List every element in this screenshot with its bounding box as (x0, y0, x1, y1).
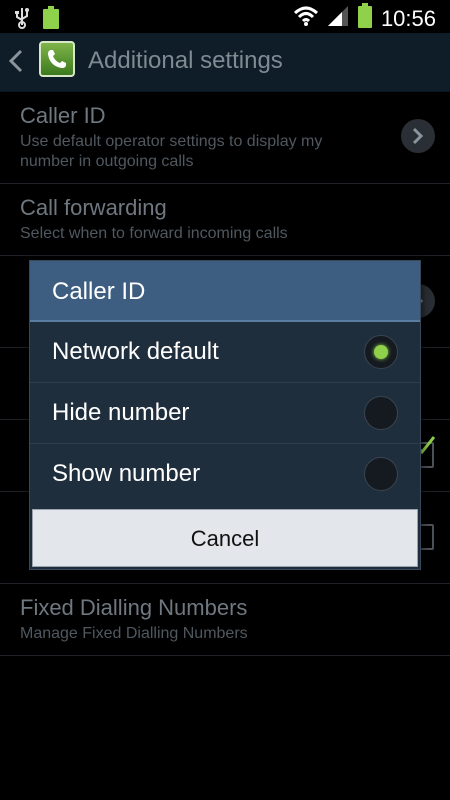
option-label: Hide number (52, 399, 190, 426)
setting-item-fixed-dialling[interactable]: Fixed Dialling Numbers Manage Fixed Dial… (0, 584, 450, 656)
setting-item-call-forwarding[interactable]: Call forwarding Select when to forward i… (0, 184, 450, 256)
chevron-right-icon[interactable] (401, 119, 435, 153)
setting-title: Fixed Dialling Numbers (20, 595, 248, 620)
battery-icon (357, 3, 373, 34)
status-bar: 10:56 (0, 0, 450, 33)
setting-subtitle: Use default operator settings to display… (20, 133, 323, 170)
option-network-default[interactable]: Network default (30, 322, 420, 383)
phone-icon[interactable] (39, 41, 75, 77)
dialog-title: Caller ID (30, 261, 420, 322)
cancel-button[interactable]: Cancel (32, 509, 418, 567)
dialog-footer: Cancel (30, 507, 420, 569)
setting-subtitle: Select when to forward incoming calls (20, 225, 288, 242)
setting-subtitle: Manage Fixed Dialling Numbers (20, 625, 248, 642)
page-title: Additional settings (88, 47, 283, 74)
status-time: 10:56 (380, 5, 436, 31)
radio-unselected[interactable] (364, 457, 398, 491)
battery-small-icon (42, 6, 60, 35)
action-bar: Additional settings (0, 33, 450, 92)
setting-item-caller-id[interactable]: Caller ID Use default operator settings … (0, 92, 450, 184)
option-show-number[interactable]: Show number (30, 444, 420, 505)
radio-unselected[interactable] (364, 396, 398, 430)
option-hide-number[interactable]: Hide number (30, 383, 420, 444)
option-label: Network default (52, 338, 219, 365)
radio-selected[interactable] (364, 335, 398, 369)
caller-id-dialog: Caller ID Network default Hide number Sh… (29, 260, 421, 570)
signal-icon (327, 5, 349, 32)
setting-title: Call forwarding (20, 195, 167, 220)
wifi-icon (293, 5, 319, 32)
radio-dot (374, 345, 388, 359)
option-label: Show number (52, 460, 201, 487)
usb-icon (14, 7, 30, 34)
setting-title: Caller ID (20, 103, 106, 128)
back-chevron-icon[interactable] (8, 49, 24, 78)
